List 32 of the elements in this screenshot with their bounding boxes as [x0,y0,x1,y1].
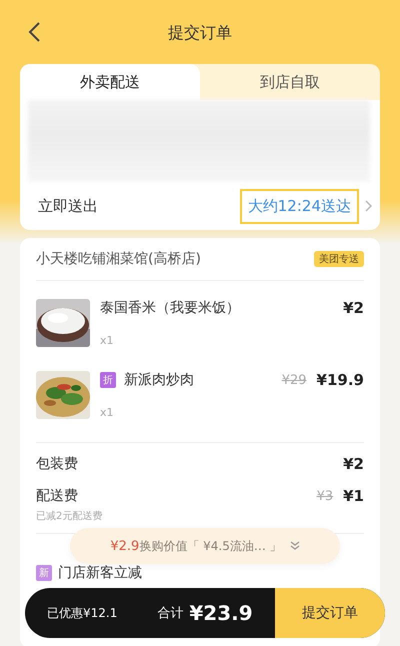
item-name: 泰国香米（我要米饭） [100,299,240,317]
item-quantity: x1 [100,334,115,347]
original-price: ¥29 [282,372,307,388]
item-price: ¥19.9 [316,371,364,389]
shop-name: 小天楼吃铺湘菜馆(高桥店) [36,250,201,268]
promo-price: ¥2.9 [110,538,140,554]
back-icon[interactable] [28,22,40,42]
new-customer-tag: 新 [36,565,52,581]
delivery-time[interactable]: 大约12:24送达 [240,188,359,224]
promo-text: 换购价值「 ¥4.5流油… 」 [139,538,282,554]
discount-label: 门店新客立减 [58,564,142,582]
total-label: 合计 [157,605,184,622]
page-title: 提交订单 [168,22,232,44]
delivery-label: 立即送出 [38,196,98,216]
saved-amount: 已优惠¥12.1 [47,604,118,622]
fee-label: 配送费 [36,487,78,505]
double-chevron-icon [290,541,300,551]
total-price: ¥23.9 [189,601,253,625]
item-name: 新派肉炒肉 [124,371,194,389]
item-quantity: x1 [100,406,115,419]
discount-tag: 折 [100,372,116,388]
delivery-badge: 美团专送 [314,251,364,267]
chevron-right-icon [365,200,372,212]
fee-label: 包装费 [36,455,78,473]
original-fee: ¥3 [316,488,334,504]
delivery-tab[interactable]: 外卖配送 [20,64,200,100]
fee-price: ¥2 [343,455,364,473]
delivery-tab[interactable]: 到店自取 [200,64,380,100]
submit-button[interactable]: 提交订单 [275,588,385,638]
fee-price: ¥1 [343,487,364,505]
item-price: ¥2 [343,299,364,317]
promo-pill[interactable]: ¥2.9换购价值「 ¥4.5流油… 」 [70,528,340,564]
